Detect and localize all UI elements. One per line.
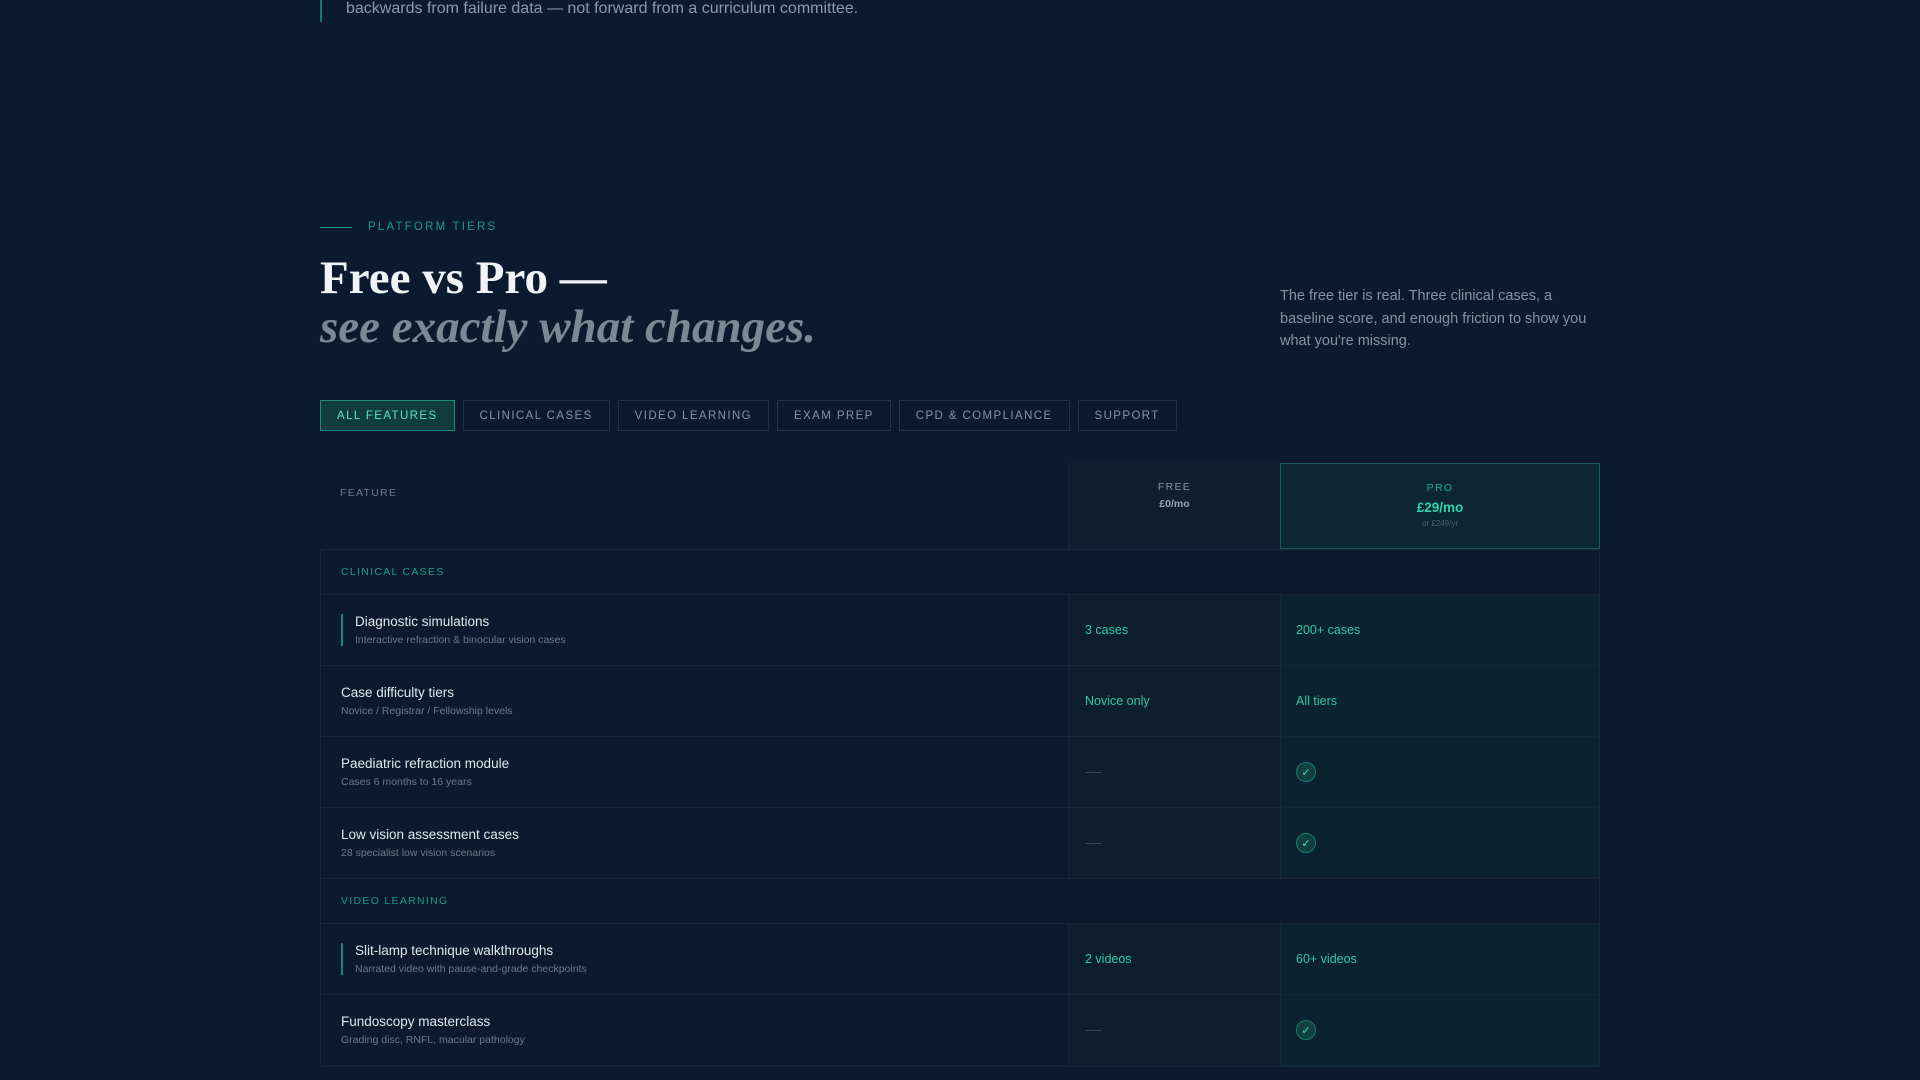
feature-name: Case difficulty tiers: [341, 685, 455, 700]
feature-description: Interactive refraction & binocular visio…: [355, 634, 566, 646]
comparison-table: FEATURE FREE £0/mo PRO £29/mo or £249/yr…: [320, 463, 1600, 1067]
feature-description: Novice / Registrar / Fellowship levels: [341, 705, 513, 717]
feature-description: Cases 6 months to 16 years: [341, 776, 472, 788]
pro-tier-cell: ✓: [1280, 995, 1599, 1065]
feature-column-header: FEATURE: [340, 487, 398, 499]
free-tier-cell: 3 cases: [1068, 595, 1280, 665]
feature-info: Paediatric refraction module Cases 6 mont…: [341, 756, 1068, 788]
feature-cell: Paediatric refraction module Cases 6 mont…: [321, 737, 1068, 807]
title-main: Free vs Pro —: [320, 252, 607, 304]
intro-text: The free tier is real. Three clinical ca…: [1280, 288, 1587, 349]
page: backwards from failure data — not forwar…: [0, 0, 1920, 1080]
pro-tier-annual-price: or £249/yr: [1421, 519, 1459, 528]
title-subtitle: see exactly what changes.: [320, 301, 817, 353]
section-label: CLINICAL CASES: [321, 550, 1599, 595]
feature-name: Diagnostic simulations: [355, 614, 490, 629]
tier-value: Novice only: [1085, 694, 1150, 708]
feature-cell: Low vision assessment cases 28 specialist…: [321, 808, 1068, 878]
table-row: Slit-lamp technique walkthroughs Narrated…: [321, 924, 1599, 995]
dash-icon: [1085, 1029, 1101, 1031]
pro-tier-cell: ✓: [1280, 808, 1599, 878]
tab-video-learning[interactable]: VIDEO LEARNING: [617, 400, 770, 431]
pro-tier-cell: 200+ cases: [1280, 595, 1599, 665]
section-label: VIDEO LEARNING: [321, 879, 1599, 924]
table-body: CLINICAL CASES Diagnostic simulations Inte…: [320, 549, 1600, 1067]
pro-tier-header: PRO £29/mo or £249/yr: [1280, 463, 1600, 549]
pro-tier-price: £29/mo: [1416, 500, 1464, 515]
table-row: Paediatric refraction module Cases 6 mont…: [321, 737, 1599, 808]
check-icon: ✓: [1296, 833, 1316, 853]
feature-info: Low vision assessment cases 28 specialist…: [341, 827, 1068, 859]
feature-name: Paediatric refraction module: [341, 756, 510, 771]
tier-value: 3 cases: [1085, 623, 1129, 637]
free-tier-cell: [1068, 995, 1280, 1065]
feature-description: 28 specialist low vision scenarios: [341, 847, 496, 859]
feature-description: Grading disc, RNFL, macular pathology: [341, 1034, 525, 1046]
feature-cell: Diagnostic simulations Interactive refrac…: [321, 595, 1068, 665]
free-tier-cell: 2 videos: [1068, 924, 1280, 994]
pro-tier-name: PRO: [1426, 482, 1454, 494]
tier-value: All tiers: [1296, 694, 1337, 708]
table-row: Fundoscopy masterclass Grading disc, RNFL…: [321, 995, 1599, 1066]
free-tier-header: FREE £0/mo: [1068, 463, 1280, 549]
tier-value: 2 videos: [1085, 952, 1132, 966]
feature-cell: Case difficulty tiers Novice / Registrar …: [321, 666, 1068, 736]
check-icon: ✓: [1296, 762, 1316, 782]
free-tier-name: FREE: [1157, 481, 1192, 493]
free-tier-cell: [1068, 808, 1280, 878]
table-row: Low vision assessment cases 28 specialist…: [321, 808, 1599, 879]
feature-cell: Slit-lamp technique walkthroughs Narrated…: [321, 924, 1068, 994]
feature-info: Diagnostic simulations Interactive refrac…: [341, 614, 1068, 646]
tab-all-features[interactable]: ALL FEATURES: [320, 400, 455, 431]
pro-tier-cell: 60+ videos: [1280, 924, 1599, 994]
section-eyebrow: PLATFORM TIERS: [320, 221, 497, 233]
free-tier-price: £0/mo: [1159, 498, 1190, 510]
feature-info: Fundoscopy masterclass Grading disc, RNFL…: [341, 1014, 1068, 1046]
pro-tier-cell: All tiers: [1280, 666, 1599, 736]
intro-quote: backwards from failure data — not forwar…: [320, 0, 858, 22]
tab-support[interactable]: SUPPORT: [1077, 400, 1177, 431]
feature-cell: Fundoscopy masterclass Grading disc, RNFL…: [321, 995, 1068, 1065]
dash-icon: [1085, 842, 1101, 844]
page-title: Free vs Pro — see exactly what changes.: [320, 254, 816, 352]
check-icon: ✓: [1296, 1020, 1316, 1040]
feature-description: Narrated video with pause-and-grade chec…: [355, 963, 587, 975]
feature-name: Fundoscopy masterclass: [341, 1014, 491, 1029]
tab-clinical-cases[interactable]: CLINICAL CASES: [462, 400, 610, 431]
free-tier-cell: Novice only: [1068, 666, 1280, 736]
tier-value: 60+ videos: [1296, 952, 1357, 966]
table-row: Diagnostic simulations Interactive refrac…: [321, 595, 1599, 666]
dash-icon: [1085, 771, 1101, 773]
table-header: FEATURE FREE £0/mo PRO £29/mo or £249/yr: [320, 463, 1600, 549]
table-row: Case difficulty tiers Novice / Registrar …: [321, 666, 1599, 737]
tier-value: 200+ cases: [1296, 623, 1361, 637]
filter-tabs: ALL FEATURES CLINICAL CASES VIDEO LEARNING…: [320, 400, 1177, 431]
tab-cpd-compliance[interactable]: CPD & COMPLIANCE: [898, 400, 1070, 431]
eyebrow-label: PLATFORM TIERS: [368, 221, 498, 233]
tab-exam-prep[interactable]: EXAM PREP: [777, 400, 891, 431]
pro-tier-cell: ✓: [1280, 737, 1599, 807]
feature-info: Case difficulty tiers Novice / Registrar …: [341, 685, 1068, 717]
feature-name: Slit-lamp technique walkthroughs: [355, 943, 554, 958]
eyebrow-line: [320, 226, 352, 228]
feature-name: Low vision assessment cases: [341, 827, 519, 842]
feature-info: Slit-lamp technique walkthroughs Narrated…: [341, 943, 1068, 975]
free-tier-cell: [1068, 737, 1280, 807]
